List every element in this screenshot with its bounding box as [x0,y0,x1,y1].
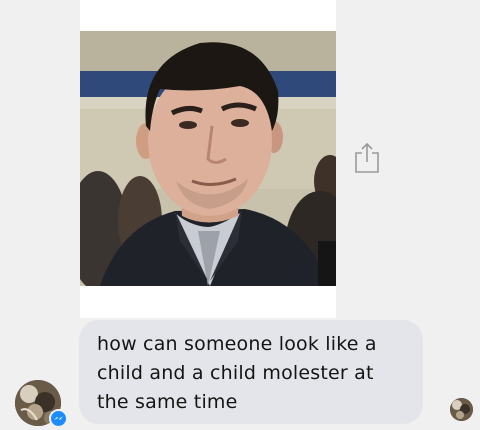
message-line: how can someone look like a [97,333,377,355]
message-line: child and a child molester at [97,362,374,384]
message-line: the same time [97,391,238,413]
share-icon [355,142,379,173]
message-text: how can someone look like a child and a … [97,330,417,417]
share-button[interactable] [354,142,380,174]
attached-photo[interactable] [80,31,336,286]
read-receipt-avatar [450,398,473,421]
messenger-icon [49,409,68,428]
